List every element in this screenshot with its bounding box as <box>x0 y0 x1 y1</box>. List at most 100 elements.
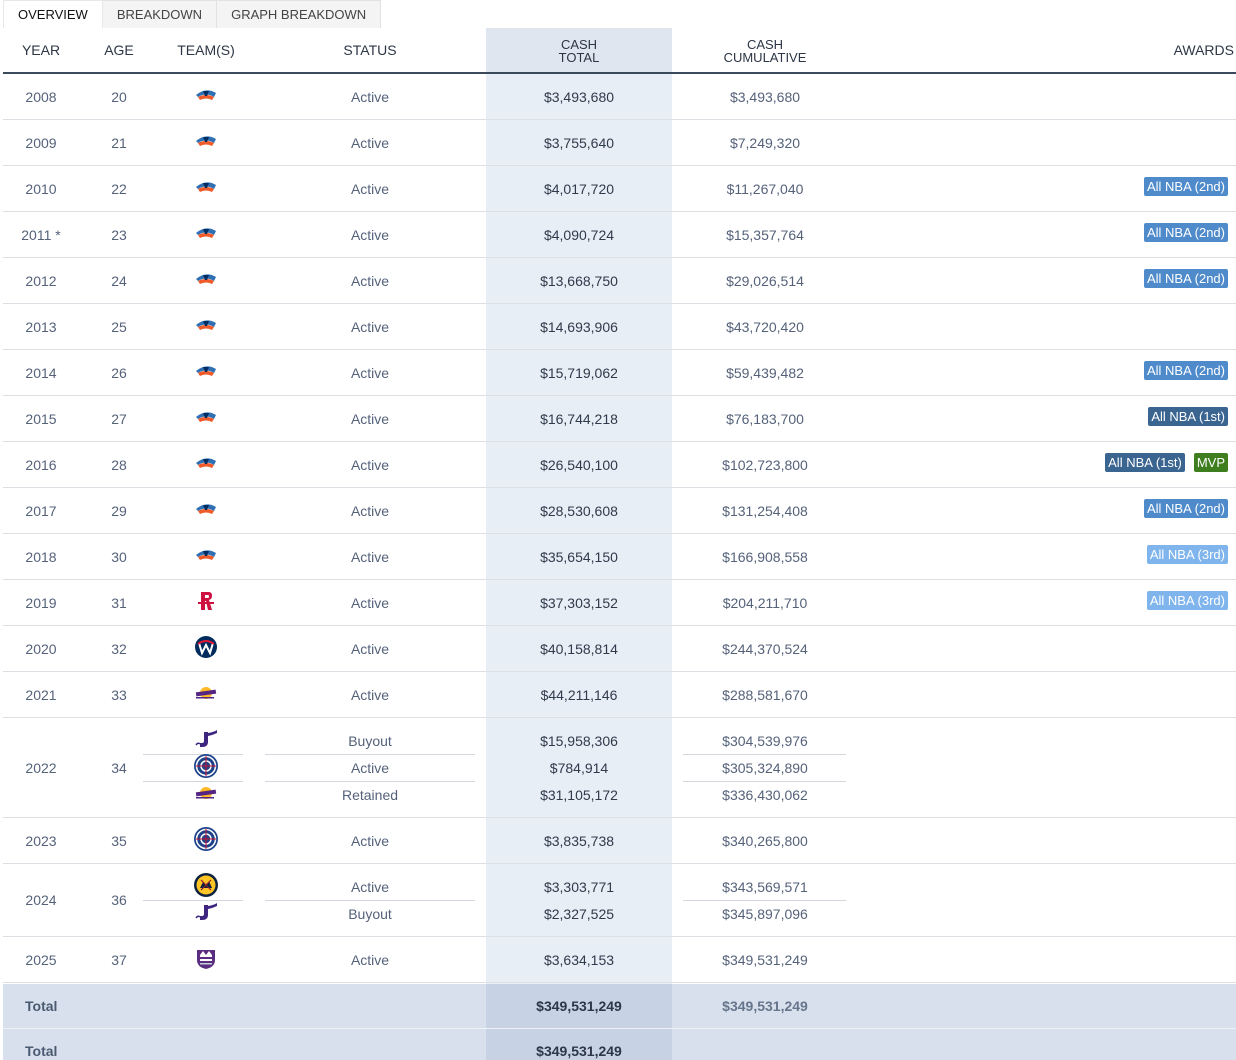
okc-thunder-logo[interactable] <box>194 134 218 151</box>
header-teams[interactable]: TEAM(S) <box>159 28 253 72</box>
header-status[interactable]: STATUS <box>265 28 475 72</box>
los-angeles-lakers-logo[interactable] <box>194 785 218 804</box>
status-cell: Active <box>350 134 390 151</box>
la-clippers-logo[interactable] <box>193 826 219 855</box>
cash-cumulative-cell: $166,908,558 <box>722 548 808 565</box>
team-logo-cell[interactable] <box>159 212 253 257</box>
award-badge-all-nba[interactable]: All NBA (2nd) <box>1143 498 1228 518</box>
tab-overview[interactable]: OVERVIEW <box>3 0 103 28</box>
year-cell: 2019 <box>25 594 57 611</box>
table-row: 2022 34 Buyout $15,958,306 $304,539,976 Activ… <box>3 718 1236 818</box>
totals-cash-cumulative: $349,531,249 <box>722 998 808 1014</box>
year-cell: 2023 <box>25 832 57 849</box>
header-awards[interactable]: AWARDS <box>1174 28 1234 72</box>
header-cash-total[interactable]: CASH TOTAL <box>486 28 672 72</box>
award-badge-all-nba[interactable]: All NBA (1st) <box>1105 452 1185 472</box>
award-badge-all-nba[interactable]: All NBA (2nd) <box>1143 176 1228 196</box>
team-logo-cell[interactable] <box>159 727 253 754</box>
team-logo-cell[interactable] <box>159 873 253 900</box>
team-logo-cell[interactable] <box>159 937 253 982</box>
age-cell: 26 <box>111 364 127 381</box>
awards-cell: All NBA (2nd) <box>1143 166 1228 206</box>
table-row: 2025 37 Active $3,634,153 $349,531,249 <box>3 937 1236 983</box>
cash-cumulative-cell: $3,493,680 <box>729 88 801 105</box>
award-badge-all-nba[interactable]: All NBA (2nd) <box>1143 268 1228 288</box>
la-clippers-logo[interactable] <box>193 753 219 782</box>
okc-thunder-logo[interactable] <box>194 272 218 289</box>
award-badge-all-nba[interactable]: All NBA (2nd) <box>1143 222 1228 242</box>
sacramento-kings-logo[interactable] <box>195 946 217 973</box>
team-logo-cell[interactable] <box>159 166 253 211</box>
team-logo-cell[interactable] <box>159 580 253 625</box>
award-badge-all-nba[interactable]: All NBA (3rd) <box>1146 590 1228 610</box>
award-badge-all-nba[interactable]: All NBA (2nd) <box>1143 360 1228 380</box>
tab-breakdown[interactable]: BREAKDOWN <box>102 0 218 28</box>
table-row: 2018 30 Active $35,654,150 $166,908,558 All N… <box>3 534 1236 580</box>
team-logo-cell[interactable] <box>159 534 253 579</box>
okc-thunder-logo[interactable] <box>194 180 218 197</box>
houston-rockets-logo[interactable] <box>197 590 215 615</box>
team-logo-cell[interactable] <box>159 672 253 717</box>
utah-jazz-logo[interactable] <box>194 729 218 752</box>
year-cell: 2017 <box>25 502 57 519</box>
status-cell: Active <box>350 272 390 289</box>
okc-thunder-logo[interactable] <box>194 364 218 381</box>
team-logo-cell[interactable] <box>159 304 253 349</box>
denver-nuggets-logo[interactable] <box>193 872 219 901</box>
washington-wizards-logo[interactable] <box>194 635 218 662</box>
team-logo-cell[interactable] <box>159 120 253 165</box>
cash-cumulative-cell: $304,539,976 <box>722 732 808 749</box>
team-logo-cell[interactable] <box>159 626 253 671</box>
status-cell: Active <box>350 832 390 849</box>
cash-cumulative-cell: $305,324,890 <box>722 759 808 776</box>
award-badge-all-nba[interactable]: All NBA (1st) <box>1148 406 1228 426</box>
okc-thunder-logo[interactable] <box>194 502 218 519</box>
status-cell: Active <box>350 456 390 473</box>
table-row: 2019 31 Active $37,303,152 $204,211,710 All N… <box>3 580 1236 626</box>
age-cell: 32 <box>111 640 127 657</box>
team-logo-cell[interactable] <box>159 900 253 927</box>
header-cash-total-line2: TOTAL <box>558 50 600 65</box>
utah-jazz-logo[interactable] <box>194 902 218 925</box>
okc-thunder-logo[interactable] <box>194 410 218 427</box>
team-logo-cell[interactable] <box>159 488 253 533</box>
age-cell: 24 <box>111 272 127 289</box>
table-row: 2015 27 Active $16,744,218 $76,183,700 All NB… <box>3 396 1236 442</box>
cash-cumulative-cell: $288,581,670 <box>722 686 808 703</box>
team-logo-cell[interactable] <box>159 781 253 808</box>
header-cash-cumulative[interactable]: CASH CUMULATIVE <box>682 28 848 72</box>
okc-thunder-logo[interactable] <box>194 548 218 565</box>
table-row: 2017 29 Active $28,530,608 $131,254,408 All N… <box>3 488 1236 534</box>
los-angeles-lakers-logo[interactable] <box>194 685 218 704</box>
okc-thunder-logo[interactable] <box>194 226 218 243</box>
okc-thunder-logo[interactable] <box>194 88 218 105</box>
team-logo-cell[interactable] <box>159 396 253 441</box>
cash-cumulative-cell: $11,267,040 <box>726 180 804 197</box>
okc-thunder-logo[interactable] <box>194 456 218 473</box>
table-row: 2013 25 Active $14,693,906 $43,720,420 <box>3 304 1236 350</box>
team-logo-cell[interactable] <box>159 350 253 395</box>
cash-cumulative-cell: $343,569,571 <box>722 878 808 895</box>
award-badge-mvp[interactable]: MVP <box>1193 452 1228 472</box>
totals-section: Total $349,531,249 $349,531,249 Total $3… <box>3 984 1236 1060</box>
age-cell: 29 <box>111 502 127 519</box>
awards-cell: All NBA (1st) <box>1148 396 1228 436</box>
cash-total-cell: $35,654,150 <box>540 548 618 565</box>
cash-total-cell: $3,835,738 <box>543 832 615 849</box>
team-logo-cell[interactable] <box>159 818 253 863</box>
header-year[interactable]: YEAR <box>3 28 79 72</box>
age-cell: 25 <box>111 318 127 335</box>
age-cell: 34 <box>111 759 127 776</box>
okc-thunder-logo[interactable] <box>194 318 218 335</box>
team-logo-cell[interactable] <box>159 754 253 781</box>
team-logo-cell[interactable] <box>159 74 253 119</box>
team-logo-cell[interactable] <box>159 258 253 303</box>
header-cash-cumulative-line2: CUMULATIVE <box>723 50 807 65</box>
status-cell: Active <box>350 502 390 519</box>
status-cell: Active <box>350 180 390 197</box>
team-logo-cell[interactable] <box>159 442 253 487</box>
header-age[interactable]: AGE <box>79 28 159 72</box>
tab-graph-breakdown[interactable]: GRAPH BREAKDOWN <box>217 0 382 28</box>
totals-cash-total: $349,531,249 <box>536 998 622 1014</box>
award-badge-all-nba[interactable]: All NBA (3rd) <box>1146 544 1228 564</box>
